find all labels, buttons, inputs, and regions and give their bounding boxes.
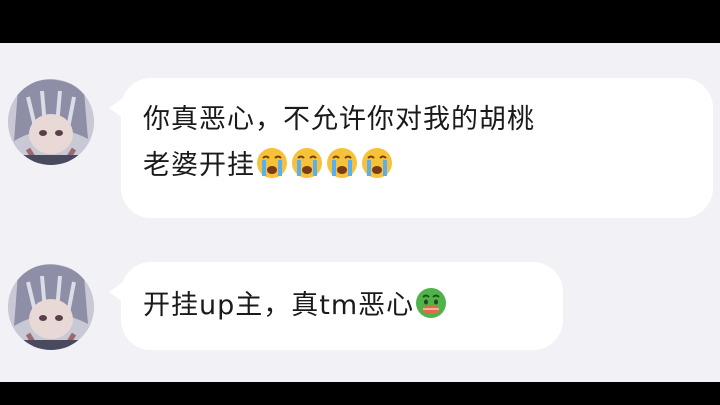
avatar[interactable]: [8, 79, 94, 165]
avatar-image: [8, 264, 94, 350]
message-text-line-1: 开挂up主，真tm恶心: [143, 283, 541, 335]
chat-message: 开挂up主，真tm恶心: [0, 243, 720, 382]
message-text-line-2: 老婆开挂: [143, 143, 691, 195]
message-bubble[interactable]: 你真恶心，不允许你对我的胡桃 老婆开挂: [109, 78, 713, 218]
letterbox-bottom-bar: [0, 382, 720, 405]
loudly-crying-face-icon: [360, 146, 394, 195]
letterbox-top-bar: [0, 0, 720, 43]
message-bubble[interactable]: 开挂up主，真tm恶心: [109, 262, 563, 350]
loudly-crying-face-icon: [290, 146, 324, 195]
chat-message: 你真恶心，不允许你对我的胡桃 老婆开挂: [0, 43, 720, 243]
nauseated-face-icon: [414, 286, 448, 335]
message-text: 老婆开挂: [143, 150, 255, 181]
loudly-crying-face-icon: [255, 146, 289, 195]
avatar-image: [8, 79, 94, 165]
message-text-line-1: 你真恶心，不允许你对我的胡桃: [143, 104, 535, 135]
chat-area[interactable]: 你真恶心，不允许你对我的胡桃 老婆开挂 开挂up主，真tm恶心: [0, 43, 720, 382]
avatar[interactable]: [8, 264, 94, 350]
message-text: 开挂up主，真tm恶心: [143, 290, 415, 321]
loudly-crying-face-icon: [325, 146, 359, 195]
